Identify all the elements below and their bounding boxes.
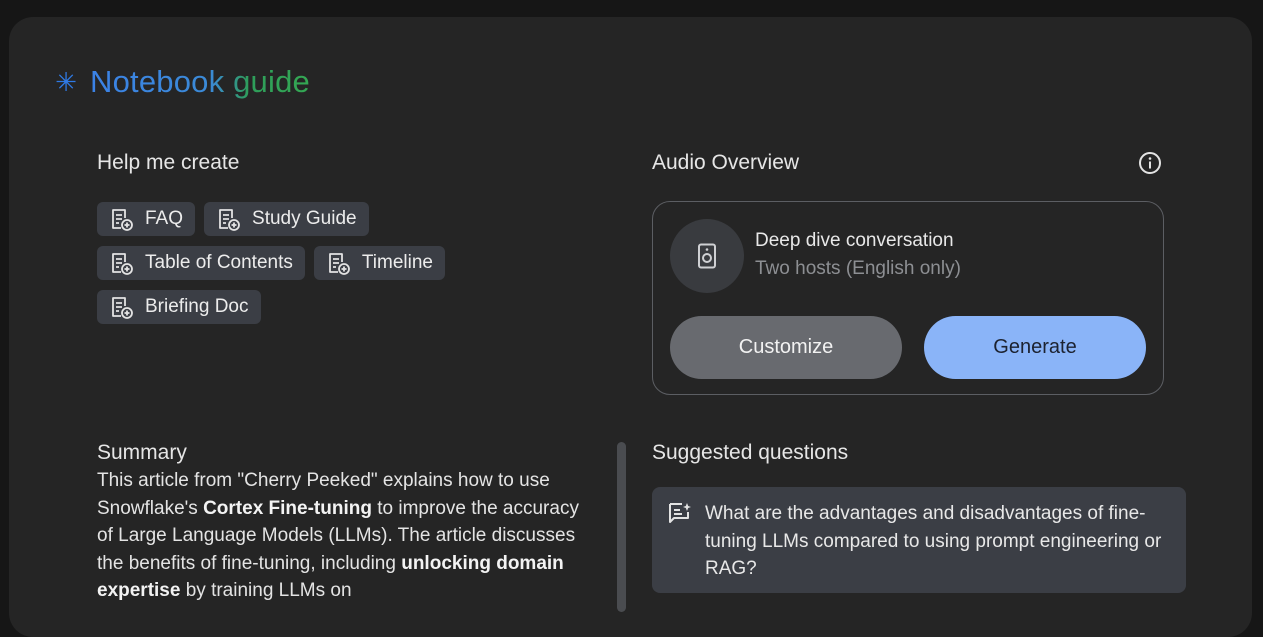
create-chip-table-of-contents[interactable]: Table of Contents — [97, 246, 305, 280]
audio-card-subtitle: Two hosts (English only) — [755, 258, 961, 279]
chip-label: FAQ — [145, 208, 184, 229]
info-icon[interactable] — [1138, 151, 1162, 175]
summary-segment: by training LLMs on — [180, 580, 352, 601]
sparkle-icon: ✳ — [55, 67, 77, 97]
chat-question-icon — [669, 503, 691, 523]
chip-label: Table of Contents — [145, 252, 293, 273]
audio-card-title: Deep dive conversation — [755, 230, 954, 251]
speaker-icon-container — [670, 219, 744, 293]
chip-label: Briefing Doc — [145, 296, 249, 317]
note-add-icon — [112, 209, 133, 231]
suggested-question-text: What are the advantages and disadvantage… — [705, 503, 1162, 579]
chip-row: FAQ Study Guide — [97, 202, 497, 236]
audio-overview-card: Deep dive conversation Two hosts (Englis… — [652, 201, 1164, 395]
create-chip-timeline[interactable]: Timeline — [313, 246, 445, 280]
note-add-icon — [328, 253, 350, 275]
note-add-icon — [112, 253, 133, 275]
create-chip-briefing-doc[interactable]: Briefing Doc — [97, 290, 261, 324]
audio-overview-title: Audio Overview — [652, 151, 800, 174]
customize-button[interactable]: Customize — [670, 316, 902, 379]
chip-label: Timeline — [361, 252, 433, 273]
summary-title: Summary — [97, 441, 187, 464]
chip-row: Table of Contents Timeline — [97, 246, 497, 280]
chip-label: Study Guide — [252, 208, 357, 229]
note-add-icon — [219, 209, 240, 231]
create-chip-study-guide[interactable]: Study Guide — [204, 202, 369, 236]
help-me-create-chips: FAQ Study Guide Table of Contents Timeline B… — [97, 202, 497, 334]
generate-button[interactable]: Generate — [924, 316, 1146, 379]
notebook-guide-header: ✳ Notebook guide — [54, 64, 310, 100]
summary-text: This article from "Cherry Peeked" explai… — [97, 467, 597, 605]
note-add-icon — [112, 297, 133, 319]
summary-highlight: Cortex Fine-tuning — [203, 497, 372, 519]
help-me-create-title: Help me create — [97, 151, 240, 174]
suggested-question-item[interactable]: What are the advantages and disadvantage… — [652, 487, 1186, 593]
chip-row: Briefing Doc — [97, 290, 497, 324]
suggested-questions-title: Suggested questions — [652, 441, 849, 464]
summary-scrollbar[interactable] — [617, 442, 626, 612]
page-title: Notebook guide — [90, 64, 310, 99]
create-chip-faq[interactable]: FAQ — [97, 202, 196, 236]
speaker-icon — [698, 243, 716, 269]
